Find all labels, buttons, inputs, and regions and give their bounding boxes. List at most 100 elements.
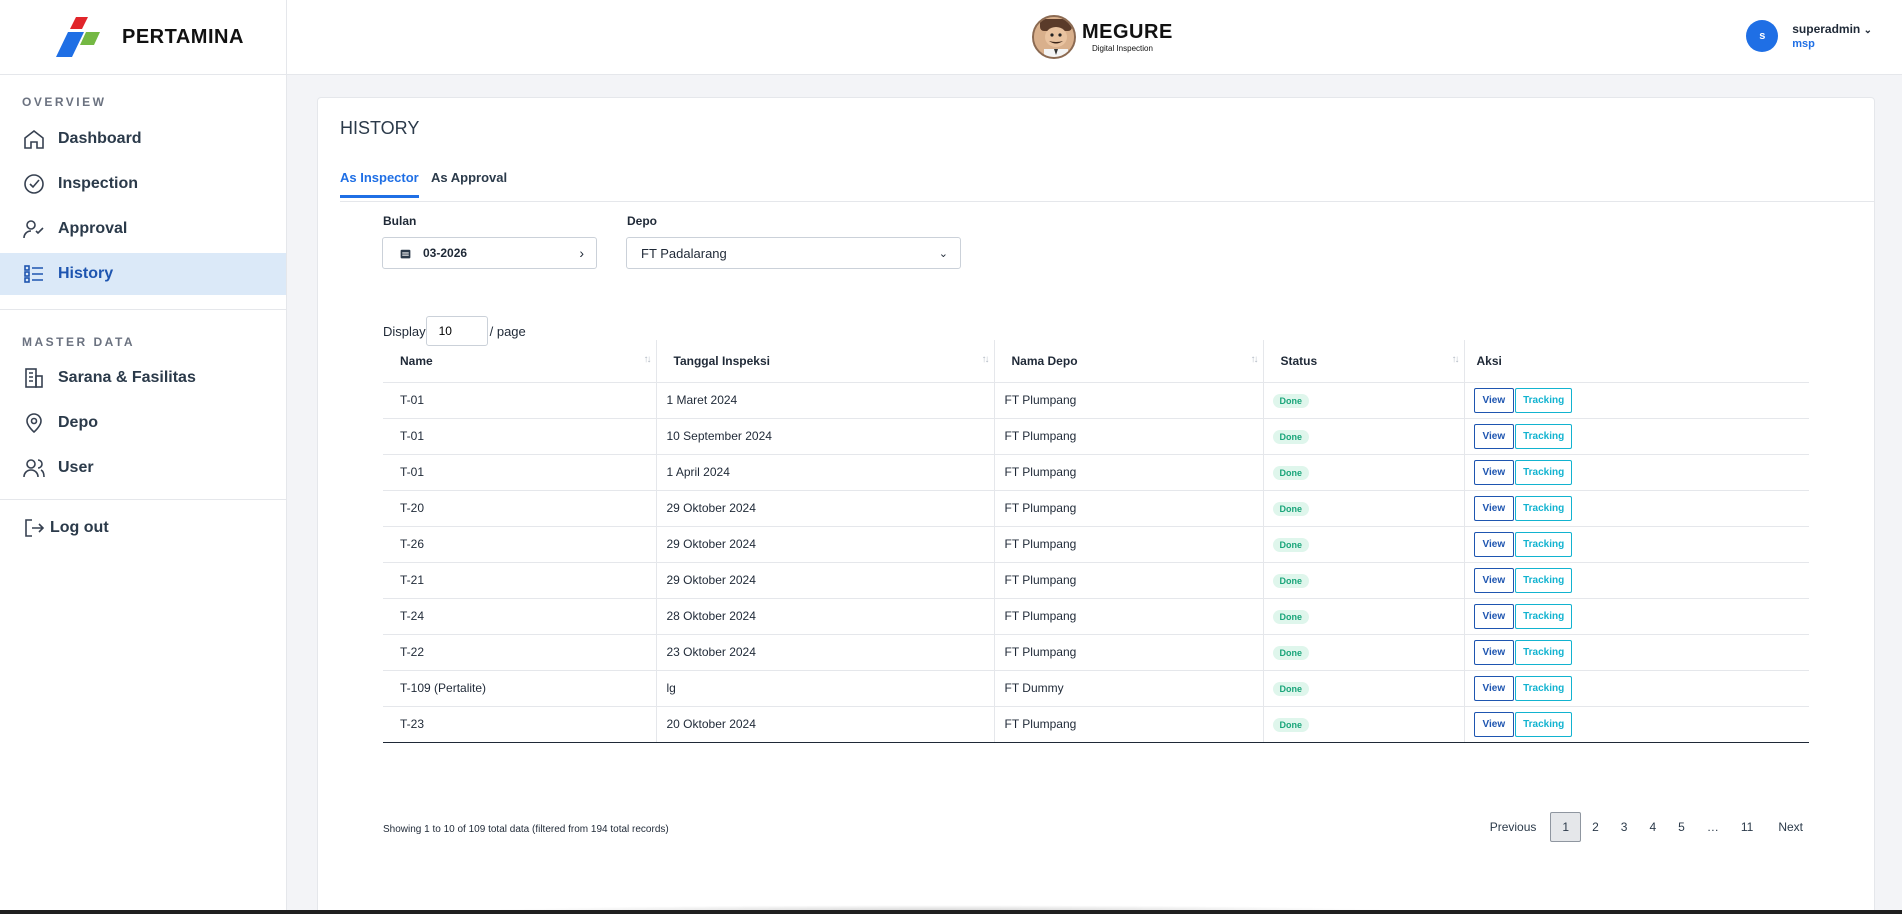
tracking-button[interactable]: Tracking (1515, 639, 1573, 665)
column-header-tanggal[interactable]: Tanggal Inspeksi ↑↓ (656, 340, 995, 383)
cell-tanggal: 29 Oktober 2024 (656, 490, 995, 527)
table-row: T-22 23 Oktober 2024 FT Plumpang Done View Tr… (383, 634, 1809, 671)
tracking-button[interactable]: Tracking (1515, 603, 1573, 629)
sidebar-item-label: User (58, 459, 94, 476)
view-button[interactable]: View (1473, 423, 1515, 449)
chevron-down-icon: ⌄ (1863, 25, 1872, 36)
previous-page-button[interactable]: Previous (1479, 812, 1551, 842)
sidebar-item-inspection[interactable]: Inspection (0, 163, 286, 205)
cell-aksi: View Tracking (1464, 706, 1809, 743)
cell-name: T-01 (383, 454, 657, 491)
depo-select[interactable]: FT Padalarang ⌄ (626, 237, 961, 269)
logout-button[interactable]: Log out (0, 511, 286, 545)
view-button[interactable]: View (1473, 495, 1515, 521)
tracking-button[interactable]: Tracking (1515, 531, 1573, 557)
tracking-button[interactable]: Tracking (1515, 459, 1573, 485)
cell-tanggal: 1 Maret 2024 (656, 382, 995, 419)
cell-status: Done (1263, 418, 1465, 455)
list-icon (24, 265, 43, 283)
page-button-2[interactable]: 2 (1581, 812, 1610, 842)
app-logo: MEGURE Digital Inspection (1032, 15, 1173, 59)
table-row: T-01 10 September 2024 FT Plumpang Done View… (383, 418, 1809, 455)
view-button[interactable]: View (1473, 387, 1515, 413)
tracking-button[interactable]: Tracking (1515, 495, 1573, 521)
tab-as-approval[interactable]: As Approval (431, 170, 507, 195)
top-header: MEGURE Digital Inspection s superadmin ⌄… (287, 0, 1902, 75)
brand-name: PERTAMINA (122, 25, 244, 48)
next-page-button[interactable]: Next (1764, 812, 1814, 842)
view-button[interactable]: View (1473, 531, 1515, 557)
sidebar-item-label: Sarana & Fasilitas (58, 369, 196, 386)
depo-label: Depo (627, 214, 657, 228)
view-button[interactable]: View (1473, 675, 1515, 701)
map-pin-icon (26, 413, 42, 434)
cell-aksi: View Tracking (1464, 670, 1809, 707)
page-title: HISTORY (340, 118, 420, 138)
page-button-3[interactable]: 3 (1610, 812, 1639, 842)
history-card: HISTORY As Inspector As Approval Bulan 0… (317, 97, 1875, 914)
view-button[interactable]: View (1473, 603, 1515, 629)
status-badge: Done (1272, 609, 1309, 624)
table-row: T-01 1 April 2024 FT Plumpang Done View Track… (383, 454, 1809, 491)
sidebar-item-dashboard[interactable]: Dashboard (0, 118, 286, 160)
column-header-depo[interactable]: Nama Depo ↑↓ (994, 340, 1264, 383)
view-button[interactable]: View (1473, 459, 1515, 485)
sort-icon: ↑↓ (1250, 354, 1259, 365)
sidebar-item-depo[interactable]: Depo (0, 402, 286, 444)
bulan-label: Bulan (383, 214, 417, 228)
user-menu[interactable]: s superadmin ⌄ msp (1746, 20, 1872, 52)
sidebar-item-user[interactable]: User (0, 447, 286, 489)
cell-name: T-20 (383, 490, 657, 527)
cell-status: Done (1263, 382, 1465, 419)
user-check-icon (23, 220, 44, 239)
cell-depo: FT Plumpang (994, 382, 1264, 419)
sidebar: PERTAMINA OVERVIEW Dashboard Inspection … (0, 0, 287, 914)
status-badge: Done (1272, 537, 1309, 552)
cell-name: T-26 (383, 526, 657, 563)
cell-name: T-109 (Pertalite) (383, 670, 657, 707)
sort-icon: ↑↓ (1451, 354, 1460, 365)
column-header-status[interactable]: Status ↑↓ (1263, 340, 1465, 383)
cell-name: T-23 (383, 706, 657, 743)
sidebar-item-approval[interactable]: Approval (0, 208, 286, 250)
tracking-button[interactable]: Tracking (1515, 567, 1573, 593)
cell-depo: FT Plumpang (994, 454, 1264, 491)
table-header-row: Name ↑↓ Tanggal Inspeksi ↑↓ Nama Depo ↑↓ St… (383, 340, 1809, 383)
pertamina-logo-icon (56, 17, 100, 57)
page-button-4[interactable]: 4 (1638, 812, 1667, 842)
app-title: MEGURE (1082, 21, 1173, 43)
cell-status: Done (1263, 670, 1465, 707)
tracking-button[interactable]: Tracking (1515, 711, 1573, 737)
page-button-1[interactable]: 1 (1550, 812, 1582, 842)
overview-section-label: OVERVIEW (22, 95, 107, 109)
column-header-name[interactable]: Name ↑↓ (383, 340, 657, 383)
tracking-button[interactable]: Tracking (1515, 387, 1573, 413)
cell-status: Done (1263, 526, 1465, 563)
page-button-5[interactable]: 5 (1667, 812, 1696, 842)
cell-aksi: View Tracking (1464, 598, 1809, 635)
view-button[interactable]: View (1473, 639, 1515, 665)
cell-tanggal: 1 April 2024 (656, 454, 995, 491)
table-row: T-21 29 Oktober 2024 FT Plumpang Done View Tr… (383, 562, 1809, 599)
cell-tanggal: 29 Oktober 2024 (656, 526, 995, 563)
table-row: T-20 29 Oktober 2024 FT Plumpang Done View Tr… (383, 490, 1809, 527)
status-badge: Done (1272, 429, 1309, 444)
cell-status: Done (1263, 706, 1465, 743)
view-button[interactable]: View (1473, 711, 1515, 737)
sidebar-item-history[interactable]: History (0, 253, 286, 295)
sidebar-item-sarana[interactable]: Sarana & Fasilitas (0, 357, 286, 399)
cell-name: T-01 (383, 418, 657, 455)
tracking-button[interactable]: Tracking (1515, 423, 1573, 449)
tracking-button[interactable]: Tracking (1515, 675, 1573, 701)
cell-tanggal: 20 Oktober 2024 (656, 706, 995, 743)
page-button-11[interactable]: 11 (1730, 812, 1764, 842)
cell-status: Done (1263, 598, 1465, 635)
building-icon (25, 368, 43, 388)
sidebar-item-label: Approval (58, 220, 128, 237)
status-badge: Done (1272, 645, 1309, 660)
month-picker[interactable]: 03-2026 › (382, 237, 597, 269)
display-label: Display (383, 323, 426, 339)
tab-as-inspector[interactable]: As Inspector (340, 170, 419, 198)
view-button[interactable]: View (1473, 567, 1515, 593)
status-badge: Done (1272, 501, 1309, 516)
